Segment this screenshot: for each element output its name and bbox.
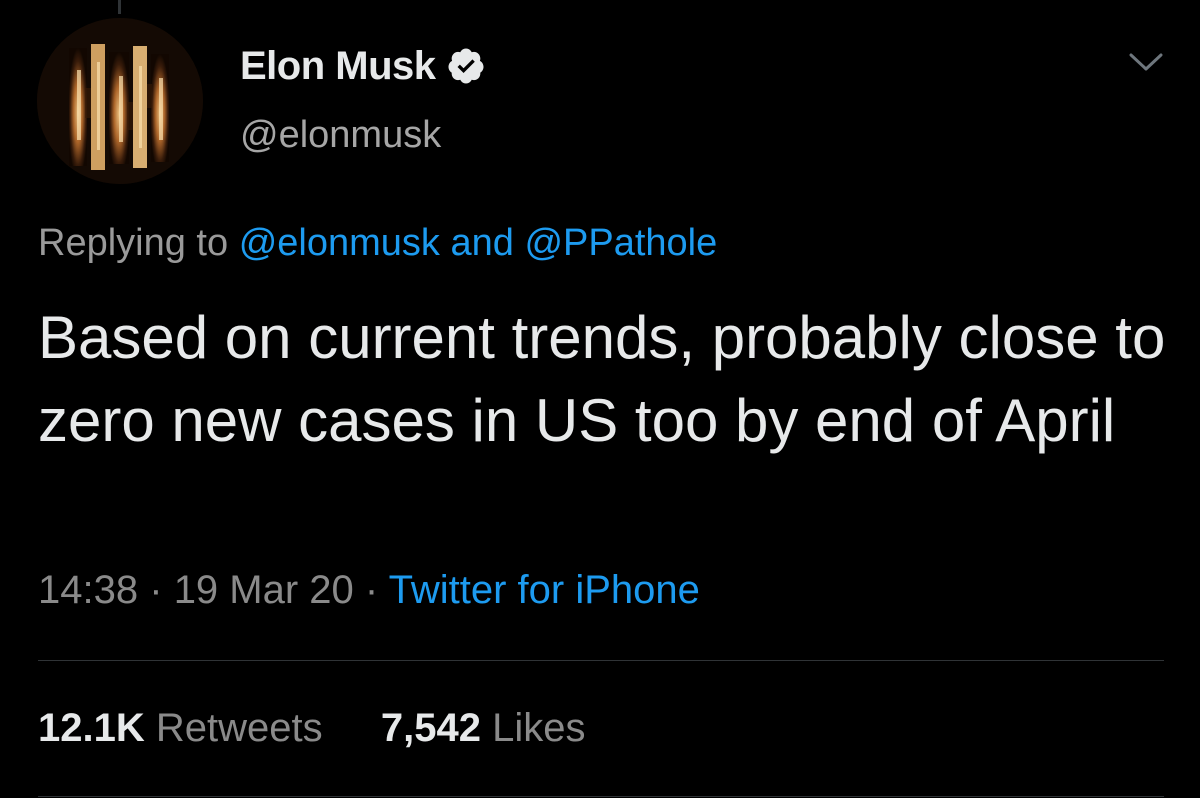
tweet-text: Based on current trends, probably close … [38,304,1166,454]
meta-separator: · [364,568,379,612]
tweet-metadata: 14:38 · 19 Mar 20 · Twitter for iPhone [38,568,700,613]
likes-label: Likes [492,706,586,750]
avatar[interactable] [37,18,203,184]
thread-connector [118,0,121,14]
tweet-stats: 12.1K Retweets 7,542 Likes [38,706,586,751]
fire-avatar-image [37,18,203,184]
divider [38,796,1164,797]
likes-stat[interactable]: 7,542 Likes [381,706,586,750]
retweets-stat[interactable]: 12.1K Retweets [38,706,334,750]
replying-prefix: Replying to [38,222,229,264]
mention-link[interactable]: @PPathole [524,222,717,264]
retweets-count: 12.1K [38,706,145,750]
chevron-down-icon[interactable] [1128,48,1164,76]
tweet-time[interactable]: 14:38 [38,568,138,612]
tweet-source-link[interactable]: Twitter for iPhone [389,568,700,612]
verified-badge-icon [446,46,486,86]
author-display-name[interactable]: Elon Musk [240,44,436,89]
mention-link[interactable]: @elonmusk [239,222,440,264]
divider [38,660,1164,661]
author-name-row[interactable]: Elon Musk [240,38,486,94]
likes-count: 7,542 [380,706,481,750]
replying-to-line: Replying to @elonmusk and @PPathole [38,222,717,265]
author-handle[interactable]: @elonmusk [240,114,441,157]
tweet-date[interactable]: 19 Mar 20 [174,568,354,612]
retweets-label: Retweets [155,706,323,750]
meta-separator: · [149,568,163,612]
mention-connector: and [450,222,514,264]
